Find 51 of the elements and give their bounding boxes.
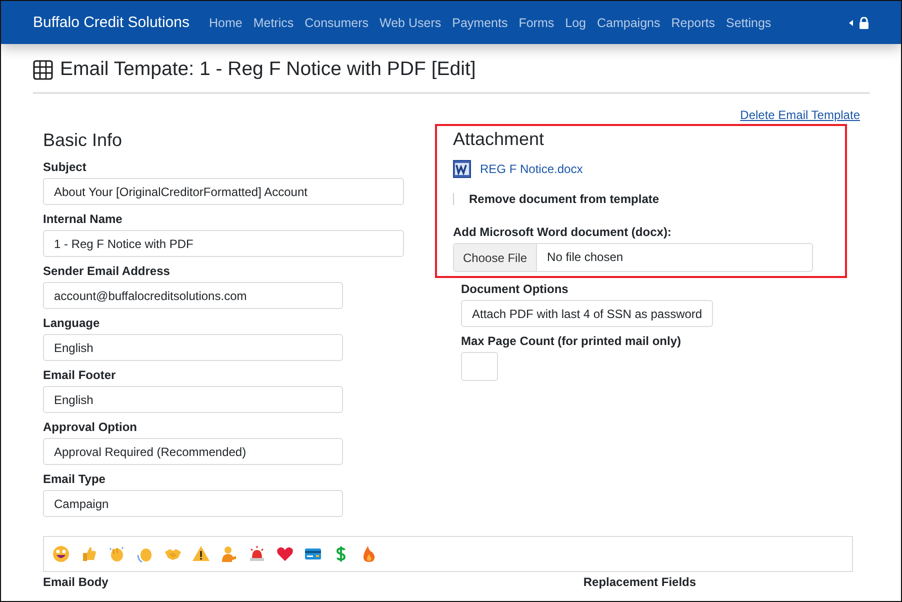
field-label: Email Footer <box>43 368 117 382</box>
lock-icon[interactable] <box>859 16 869 28</box>
input-field[interactable]: English <box>43 386 343 413</box>
input-field[interactable]: About Your [OriginalCreditorFormatted] Account <box>43 178 404 205</box>
input-field[interactable]: Approval Required (Recommended) <box>43 438 343 465</box>
nav-link[interactable]: Forms <box>513 16 560 30</box>
field-label: Approval Option <box>43 420 138 434</box>
warning-icon[interactable] <box>192 545 210 563</box>
delete-template-link[interactable]: Delete Email Template <box>740 108 860 124</box>
grid-icon <box>33 60 53 80</box>
nav-link[interactable]: Consumers <box>299 16 374 30</box>
nav-link[interactable]: Campaigns <box>592 16 666 30</box>
nav-link[interactable]: Log <box>560 16 592 30</box>
field-label: Sender Email Address <box>43 264 171 278</box>
field-label: Subject <box>43 160 88 174</box>
choose-file-button[interactable]: Choose File <box>454 244 538 271</box>
siren-icon[interactable] <box>248 545 266 563</box>
thumbs-up-icon[interactable] <box>80 545 98 563</box>
field-label: Max Page Count (for printed mail only) <box>461 334 682 348</box>
nav-link[interactable]: Payments <box>446 16 514 30</box>
nav-link[interactable]: Settings <box>720 16 777 30</box>
section-heading: Basic Info <box>43 130 124 151</box>
page-title: Email Tempate: 1 - Reg F Notice with PDF [Edit] <box>60 58 476 81</box>
field-label: Email Type <box>43 472 106 486</box>
file-link[interactable]: REG F Notice.docx <box>480 162 583 176</box>
heart-icon[interactable] <box>276 545 294 563</box>
field-label: Replacement Fields <box>583 575 696 589</box>
grinning-face-icon[interactable] <box>52 545 70 563</box>
brand-link[interactable]: Buffalo Credit Solutions <box>33 14 190 31</box>
input-field[interactable]: Campaign <box>43 490 343 517</box>
field-label: Language <box>43 316 101 330</box>
file-input[interactable]: Choose File No file chosen <box>453 243 813 272</box>
person-icon[interactable] <box>220 545 238 563</box>
section-heading: Attachment <box>453 129 546 150</box>
word-document-icon <box>453 160 471 178</box>
file-status: No file chosen <box>546 249 624 266</box>
checkbox-label: Remove document from template <box>469 192 660 206</box>
nav-link[interactable]: Home <box>203 16 248 30</box>
nav-link[interactable]: Metrics <box>248 16 300 30</box>
input-field[interactable]: 1 - Reg F Notice with PDF <box>43 230 404 257</box>
field-label: Document Options <box>461 282 570 296</box>
nav-link[interactable]: Web Users <box>374 16 447 30</box>
nav-link[interactable]: Reports <box>666 16 721 30</box>
input-field[interactable] <box>461 352 498 381</box>
caret-icon[interactable] <box>849 20 853 26</box>
input-field[interactable]: English <box>43 334 343 361</box>
field-label: Add Microsoft Word document (docx): <box>453 225 672 239</box>
field-label: Internal Name <box>43 212 124 226</box>
select-field[interactable]: Attach PDF with last 4 of SSN as password <box>461 300 714 327</box>
field-label: Email Body <box>43 575 108 589</box>
input-field[interactable]: account@buffalocreditsolutions.com <box>43 282 343 309</box>
